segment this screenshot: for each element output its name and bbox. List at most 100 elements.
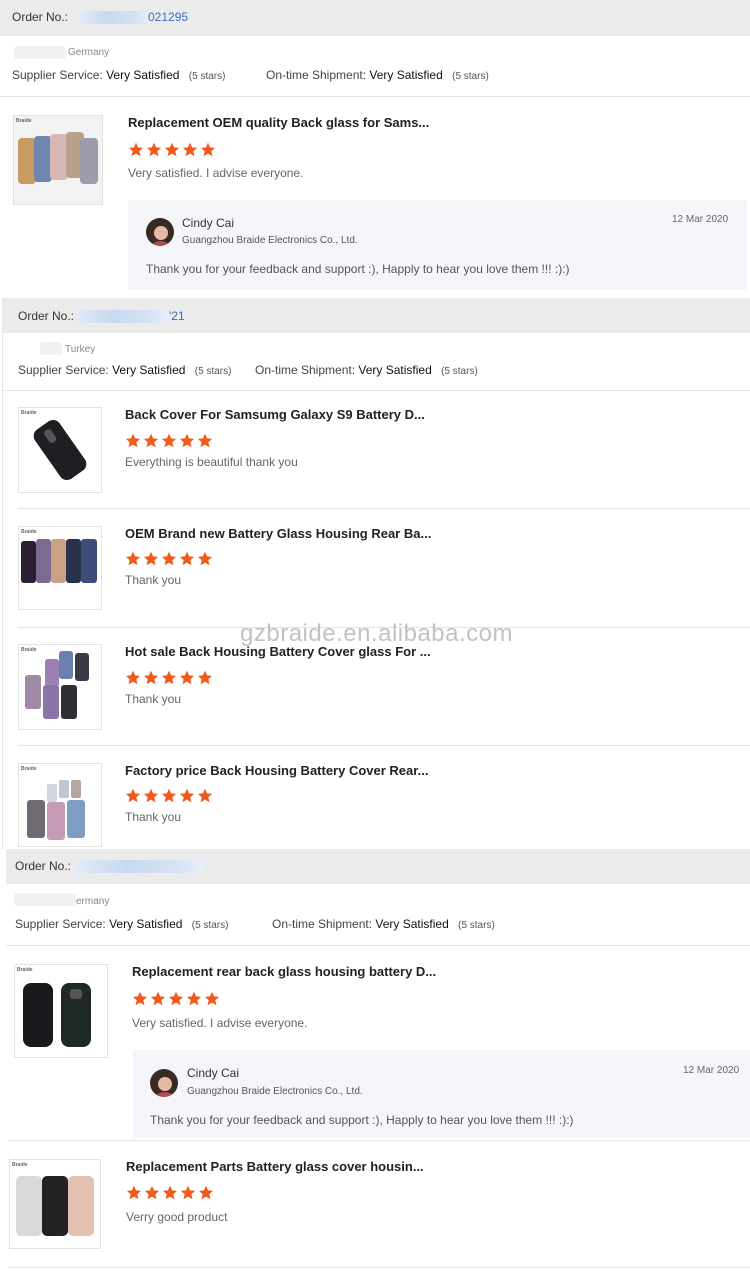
star-icon [128, 142, 144, 157]
star-icon [143, 788, 159, 803]
product-thumbnail[interactable]: Braide [9, 1159, 101, 1249]
product-title-link[interactable]: OEM Brand new Battery Glass Housing Rear… [125, 526, 431, 541]
star-icon [186, 991, 202, 1006]
product-thumbnail[interactable]: Braide [13, 115, 103, 205]
star-icon [125, 670, 141, 685]
thumb-brand: Braide [21, 529, 37, 535]
star-icon [161, 788, 177, 803]
review-stars [125, 788, 213, 803]
product-title-link[interactable]: Replacement OEM quality Back glass for S… [128, 115, 429, 130]
order-label: Order No.: [15, 859, 72, 873]
watermark-text: gzbraide.en.alibaba.com [240, 620, 514, 647]
star-icon [180, 1185, 196, 1200]
star-icon [198, 1185, 214, 1200]
star-icon [164, 142, 180, 157]
divider [6, 945, 750, 946]
order-number-link[interactable]: '21 [169, 309, 185, 323]
review-text: Thank you [125, 810, 182, 824]
thumb-brand: Braide [16, 118, 32, 124]
reply-company: Guangzhou Braide Electronics Co., Ltd. [182, 235, 358, 246]
redacted-order-number [74, 860, 204, 873]
frame-left-border [2, 298, 3, 850]
divider [3, 390, 750, 391]
divider [9, 1267, 750, 1268]
phone-backs-image [23, 983, 91, 1047]
star-icon [179, 670, 195, 685]
product-title-link[interactable]: Replacement Parts Battery glass cover ho… [126, 1159, 424, 1174]
product-thumbnail[interactable]: Braide [18, 763, 102, 847]
star-icon [200, 142, 216, 157]
star-icon [143, 433, 159, 448]
product-title-link[interactable]: Replacement rear back glass housing batt… [132, 964, 436, 979]
seller-reply: Cindy Cai Guangzhou Braide Electronics C… [128, 200, 747, 290]
review-stars [125, 670, 213, 685]
order-header: Order No.: 021295 [0, 0, 750, 36]
order-label: Order No.: [18, 309, 75, 323]
star-icon [179, 788, 195, 803]
product-thumbnail[interactable]: Braide [18, 644, 102, 730]
divider [18, 508, 750, 509]
phone-backs-image [16, 1176, 94, 1236]
shipment-rating: On-time Shipment: Very Satisfied (5 star… [272, 917, 495, 931]
shipment-rating: On-time Shipment: Very Satisfied (5 star… [266, 68, 489, 82]
star-icon [161, 433, 177, 448]
product-thumbnail[interactable]: Braide [14, 964, 108, 1058]
review-stars [126, 1185, 214, 1200]
star-icon [162, 1185, 178, 1200]
order-header: Order No.: '21 [3, 298, 750, 333]
thumb-brand: Braide [21, 766, 37, 772]
star-icon [179, 551, 195, 566]
thumb-brand: Braide [17, 967, 33, 973]
star-icon [182, 142, 198, 157]
star-icon [125, 433, 141, 448]
star-icon [197, 788, 213, 803]
supplier-service-rating: Supplier Service: Very Satisfied (5 star… [18, 363, 232, 377]
reply-message: Thank you for your feedback and support … [146, 262, 570, 276]
thumb-brand: Braide [21, 410, 37, 416]
reply-message: Thank you for your feedback and support … [150, 1113, 574, 1127]
star-icon [132, 991, 148, 1006]
redacted-order-number [80, 11, 150, 24]
star-icon [168, 991, 184, 1006]
avatar [150, 1069, 178, 1097]
star-icon [204, 991, 220, 1006]
divider [8, 1140, 750, 1141]
star-icon [126, 1185, 142, 1200]
seller-reply: Cindy Cai Guangzhou Braide Electronics C… [133, 1050, 750, 1138]
review-stars [125, 433, 213, 448]
reply-author: Cindy Cai [187, 1066, 240, 1080]
star-icon [197, 551, 213, 566]
star-icon [197, 670, 213, 685]
product-thumbnail[interactable]: Braide [18, 407, 102, 493]
divider [0, 96, 750, 97]
shipment-rating: On-time Shipment: Very Satisfied (5 star… [255, 363, 478, 377]
buyer-country: ermany [76, 896, 110, 907]
review-stars [132, 991, 220, 1006]
star-icon [143, 551, 159, 566]
product-title-link[interactable]: Factory price Back Housing Battery Cover… [125, 763, 428, 778]
review-stars [128, 142, 216, 157]
buyer-country: Turkey [65, 344, 96, 355]
product-title-link[interactable]: Back Cover For Samsumg Galaxy S9 Battery… [125, 407, 425, 422]
thumb-brand: Braide [21, 647, 37, 653]
buyer-country: Germany [68, 47, 110, 58]
star-icon [125, 788, 141, 803]
review-stars [125, 551, 213, 566]
reply-company: Guangzhou Braide Electronics Co., Ltd. [187, 1086, 363, 1097]
star-icon [197, 433, 213, 448]
order-number-link[interactable]: 021295 [148, 10, 188, 24]
order-label: Order No.: [12, 10, 69, 24]
phone-backs-image [25, 651, 89, 719]
phone-back-image [33, 419, 87, 481]
review-text: Thank you [125, 573, 182, 587]
review-text: Very satisfied. I advise everyone. [132, 1016, 308, 1030]
reply-date: 12 Mar 2020 [672, 214, 729, 225]
order-header: Order No.: [6, 849, 750, 884]
redacted-order-number [75, 310, 169, 323]
star-icon [161, 670, 177, 685]
phone-backs-image [14, 116, 102, 204]
product-thumbnail[interactable]: Braide [18, 526, 102, 610]
star-icon [146, 142, 162, 157]
phone-backs-image [27, 780, 85, 840]
review-text: Everything is beautiful thank you [125, 455, 298, 469]
